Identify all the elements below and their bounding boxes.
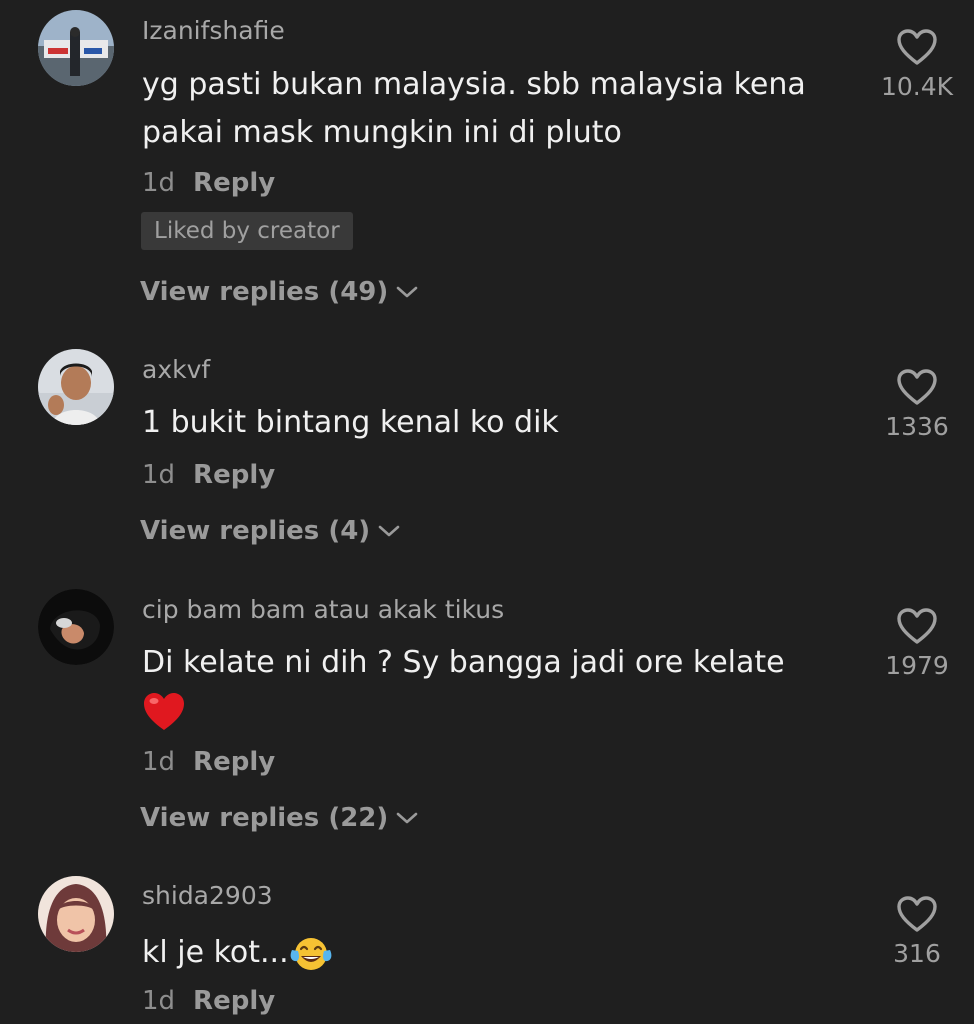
heart-outline-icon [897,29,937,65]
avatar[interactable] [38,10,114,86]
like-button[interactable]: 1979 [870,607,964,680]
avatar[interactable] [38,589,114,665]
heart-outline-icon [897,608,937,644]
view-replies-button[interactable]: View replies (22) [140,803,418,833]
comment-meta: 1d Reply [142,460,275,490]
comment-time: 1d [142,168,176,198]
comment-time: 1d [142,460,176,490]
chevron-down-icon [378,525,400,537]
tears-of-joy-emoji [290,937,331,970]
heart-outline-icon [897,369,937,405]
reply-button[interactable]: Reply [193,168,275,198]
comment-text-content: Di kelate ni dih ? Sy bangga jadi ore ke… [142,645,785,680]
avatar[interactable] [38,349,114,425]
comment-meta: 1d Reply [142,986,275,1016]
liked-by-creator-badge: Liked by creator [141,212,353,250]
view-replies-label: View replies (49) [140,277,389,307]
comment-text-content: kl je kot... [142,935,289,970]
like-button[interactable]: 1336 [870,368,964,441]
chevron-down-icon [396,812,418,824]
heart-outline-icon [897,896,937,932]
comment-meta: 1d Reply [142,168,275,198]
reply-button[interactable]: Reply [193,747,275,777]
like-count: 1979 [885,651,949,680]
reply-button[interactable]: Reply [193,460,275,490]
comment-time: 1d [142,747,176,777]
avatar-image [38,589,114,665]
like-button[interactable]: 10.4K [870,28,964,101]
view-replies-button[interactable]: View replies (4) [140,516,400,546]
comment-username[interactable]: Izanifshafie [142,16,285,45]
heart-emoji [144,692,184,730]
view-replies-button[interactable]: View replies (49) [140,277,418,307]
avatar-image [38,876,114,952]
comment-text: Di kelate ni dih ? Sy bangga jadi ore ke… [142,639,832,735]
view-replies-label: View replies (22) [140,803,389,833]
comment-text: kl je kot... [142,929,832,977]
like-count: 316 [893,939,941,968]
avatar-image [38,349,114,425]
like-button[interactable]: 316 [870,895,964,968]
avatar[interactable] [38,876,114,952]
comment-text: yg pasti bukan malaysia. sbb malaysia ke… [142,67,806,150]
comment-time: 1d [142,986,176,1016]
reply-button[interactable]: Reply [193,986,275,1016]
comment-meta: 1d Reply [142,747,275,777]
like-count: 1336 [885,412,949,441]
like-count: 10.4K [880,72,954,101]
avatar-image [38,10,114,86]
view-replies-label: View replies (4) [140,516,371,546]
chevron-down-icon [396,286,418,298]
comment-username[interactable]: axkvf [142,355,210,384]
comment-username[interactable]: cip bam bam atau akak tikus [142,595,504,624]
comment-username[interactable]: shida2903 [142,881,273,910]
comment-text: 1 bukit bintang kenal ko dik [142,405,559,440]
